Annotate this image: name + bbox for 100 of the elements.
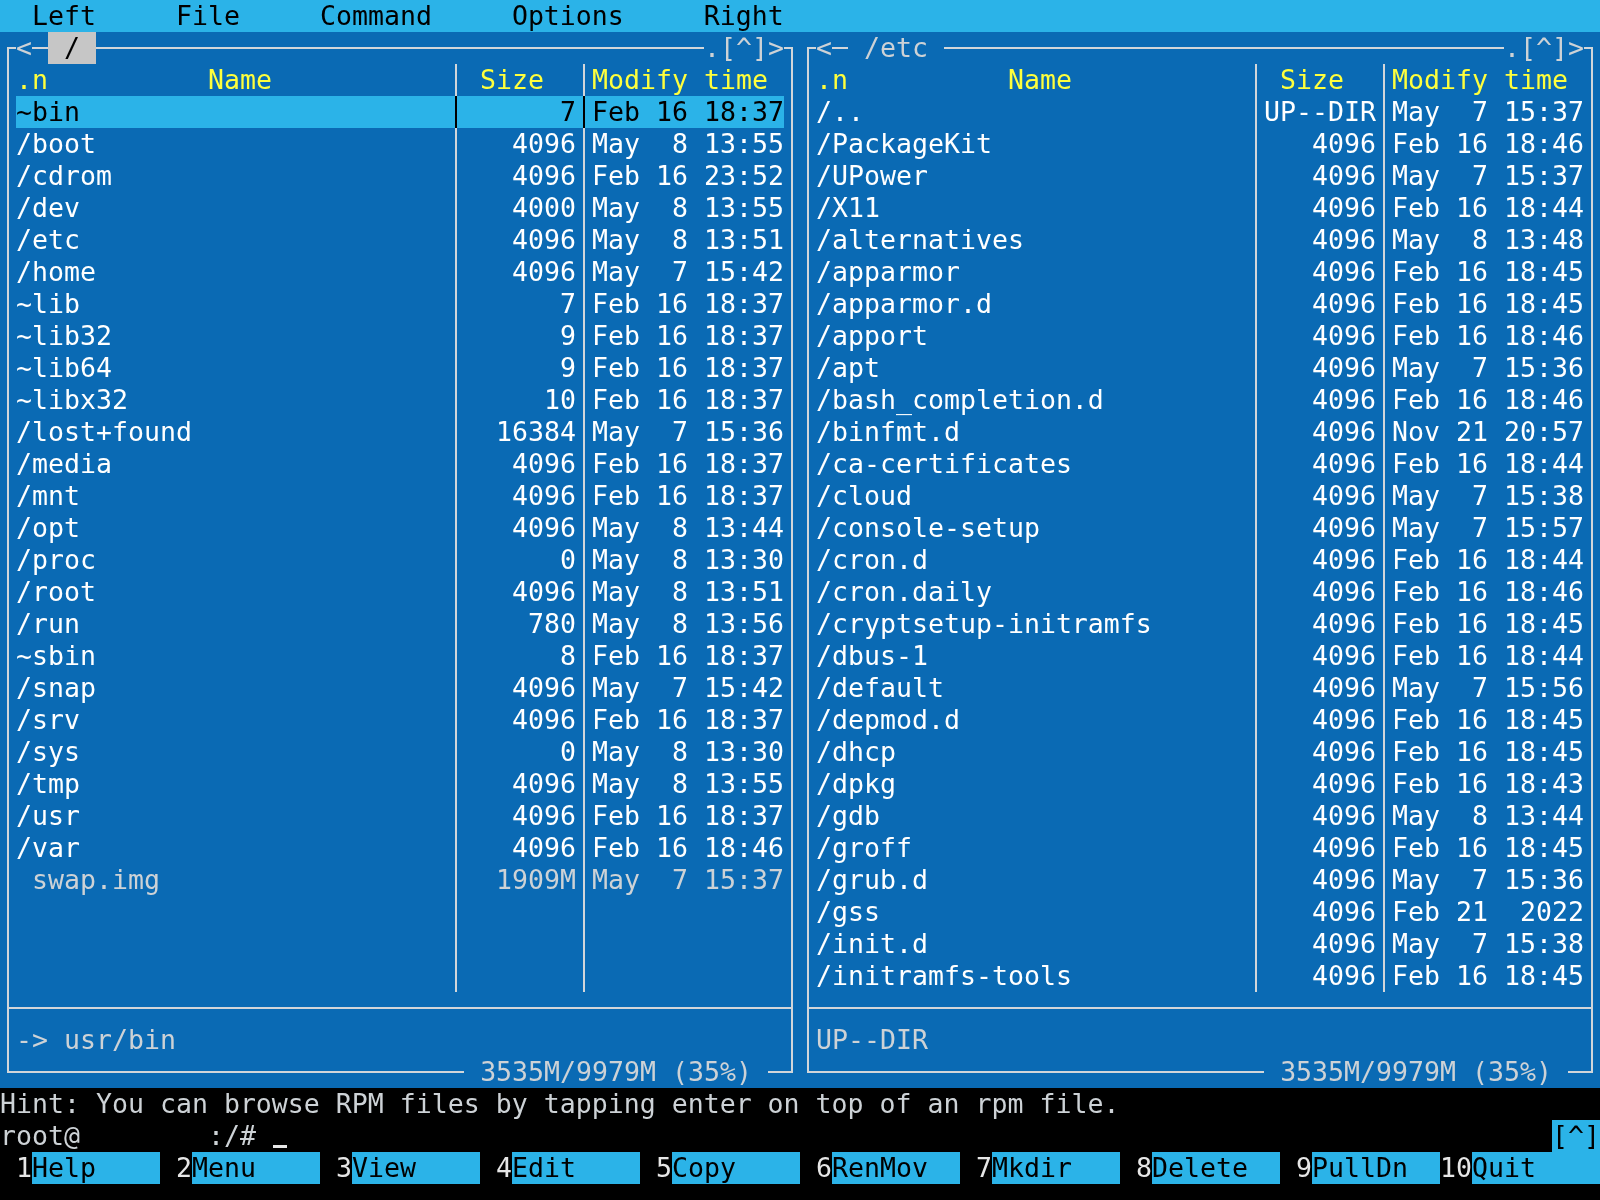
file-row[interactable]: /proc 0 May 8 13:30 bbox=[16, 544, 784, 576]
column-header[interactable]: Modify time bbox=[592, 64, 768, 96]
file-name: /dev bbox=[16, 192, 80, 224]
history-forward-button[interactable]: > bbox=[1568, 32, 1584, 64]
file-row[interactable]: /sys 0 May 8 13:30 bbox=[16, 736, 784, 768]
history-button[interactable]: [^] bbox=[1552, 1120, 1600, 1152]
file-row[interactable]: /X11 4096 Feb 16 18:44 bbox=[816, 192, 1584, 224]
file-row[interactable]: /binfmt.d 4096 Nov 21 20:57 bbox=[816, 416, 1584, 448]
file-row[interactable]: /dpkg 4096 Feb 16 18:43 bbox=[816, 768, 1584, 800]
file-date: May 8 13:48 bbox=[1392, 224, 1584, 256]
column-header[interactable]: Size bbox=[1280, 64, 1344, 96]
file-row[interactable]: /PackageKit 4096 Feb 16 18:46 bbox=[816, 128, 1584, 160]
function-key[interactable]: Edit bbox=[512, 1152, 640, 1184]
file-row[interactable]: /cloud 4096 May 7 15:38 bbox=[816, 480, 1584, 512]
hidden-files-toggle[interactable]: . bbox=[704, 32, 720, 64]
column-header[interactable]: Name bbox=[208, 64, 272, 96]
file-row[interactable]: ~lib32 9 Feb 16 18:37 bbox=[16, 320, 784, 352]
hidden-files-toggle[interactable]: . bbox=[1504, 32, 1520, 64]
file-date: Feb 16 18:37 bbox=[592, 800, 784, 832]
file-row[interactable]: /grub.d 4096 May 7 15:36 bbox=[816, 864, 1584, 896]
file-row[interactable]: ~bin 7 Feb 16 18:37 bbox=[16, 96, 784, 128]
file-row[interactable]: /UPower 4096 May 7 15:37 bbox=[816, 160, 1584, 192]
file-row[interactable]: ~libx32 10 Feb 16 18:37 bbox=[16, 384, 784, 416]
function-key[interactable]: Delete bbox=[1152, 1152, 1280, 1184]
file-row[interactable]: /alternatives 4096 May 8 13:48 bbox=[816, 224, 1584, 256]
function-key[interactable]: Help bbox=[32, 1152, 160, 1184]
file-row[interactable]: /apt 4096 May 7 15:36 bbox=[816, 352, 1584, 384]
function-key[interactable]: RenMov bbox=[832, 1152, 960, 1184]
file-row[interactable]: /gss 4096 Feb 21 2022 bbox=[816, 896, 1584, 928]
file-row[interactable]: /mnt 4096 Feb 16 18:37 bbox=[16, 480, 784, 512]
file-row[interactable]: /run 780 May 8 13:56 bbox=[16, 608, 784, 640]
history-back-button[interactable]: < bbox=[816, 32, 832, 64]
function-key[interactable]: PullDn bbox=[1312, 1152, 1440, 1184]
file-row[interactable]: /apparmor 4096 Feb 16 18:45 bbox=[816, 256, 1584, 288]
column-header[interactable]: Modify time bbox=[1392, 64, 1568, 96]
function-key[interactable]: Menu bbox=[192, 1152, 320, 1184]
file-date: Feb 21 2022 bbox=[1392, 896, 1584, 928]
file-row[interactable]: /lost+found 16384 May 7 15:36 bbox=[16, 416, 784, 448]
file-row[interactable]: /cryptsetup-initramfs 4096 Feb 16 18:45 bbox=[816, 608, 1584, 640]
column-header[interactable]: Name bbox=[1008, 64, 1072, 96]
history-list-button[interactable]: [^] bbox=[1520, 32, 1568, 64]
file-date: Feb 16 18:45 bbox=[1392, 256, 1584, 288]
file-row[interactable]: /opt 4096 May 8 13:44 bbox=[16, 512, 784, 544]
file-row[interactable]: /cron.daily 4096 Feb 16 18:46 bbox=[816, 576, 1584, 608]
file-row[interactable]: /etc 4096 May 8 13:51 bbox=[16, 224, 784, 256]
history-forward-button[interactable]: > bbox=[768, 32, 784, 64]
function-key[interactable]: Copy bbox=[672, 1152, 800, 1184]
menu-item[interactable]: Options bbox=[495, 0, 640, 32]
file-row[interactable]: /initramfs-tools 4096 Feb 16 18:45 bbox=[816, 960, 1584, 992]
file-row[interactable]: ~sbin 8 Feb 16 18:37 bbox=[16, 640, 784, 672]
file-size: 4096 bbox=[1312, 288, 1376, 320]
file-row[interactable]: /apparmor.d 4096 Feb 16 18:45 bbox=[816, 288, 1584, 320]
file-name: /sys bbox=[16, 736, 80, 768]
file-size: 4096 bbox=[512, 800, 576, 832]
file-row[interactable]: /dhcp 4096 Feb 16 18:45 bbox=[816, 736, 1584, 768]
column-header[interactable]: Size bbox=[480, 64, 544, 96]
menu-item[interactable]: Right bbox=[687, 0, 800, 32]
function-key[interactable]: View bbox=[352, 1152, 480, 1184]
file-name: /bash_completion.d bbox=[816, 384, 1104, 416]
file-row[interactable]: /snap 4096 May 7 15:42 bbox=[16, 672, 784, 704]
file-row[interactable]: ~lib 7 Feb 16 18:37 bbox=[16, 288, 784, 320]
file-row[interactable]: /boot 4096 May 8 13:55 bbox=[16, 128, 784, 160]
file-row[interactable]: /media 4096 Feb 16 18:37 bbox=[16, 448, 784, 480]
file-row[interactable]: /dev 4000 May 8 13:55 bbox=[16, 192, 784, 224]
file-row[interactable]: /gdb 4096 May 8 13:44 bbox=[816, 800, 1584, 832]
file-row[interactable]: /srv 4096 Feb 16 18:37 bbox=[16, 704, 784, 736]
file-row[interactable]: /home 4096 May 7 15:42 bbox=[16, 256, 784, 288]
file-row[interactable]: /cron.d 4096 Feb 16 18:44 bbox=[816, 544, 1584, 576]
panel-path: / bbox=[48, 32, 96, 64]
file-row[interactable]: /.. UP--DIR May 7 15:37 bbox=[816, 96, 1584, 128]
file-name: /boot bbox=[16, 128, 96, 160]
file-date: May 7 15:36 bbox=[1392, 352, 1584, 384]
file-row[interactable]: /apport 4096 Feb 16 18:46 bbox=[816, 320, 1584, 352]
file-row[interactable]: swap.img 1909M May 7 15:37 bbox=[16, 864, 784, 896]
file-row[interactable]: /tmp 4096 May 8 13:55 bbox=[16, 768, 784, 800]
menu-item[interactable]: Left bbox=[16, 0, 112, 32]
history-back-button[interactable]: < bbox=[16, 32, 32, 64]
menu-item[interactable]: File bbox=[159, 0, 256, 32]
file-row[interactable]: /ca-certificates 4096 Feb 16 18:44 bbox=[816, 448, 1584, 480]
file-row[interactable]: /groff 4096 Feb 16 18:45 bbox=[816, 832, 1584, 864]
sort-indicator[interactable]: .n bbox=[816, 64, 848, 96]
file-row[interactable]: /default 4096 May 7 15:56 bbox=[816, 672, 1584, 704]
file-row[interactable]: /bash_completion.d 4096 Feb 16 18:46 bbox=[816, 384, 1584, 416]
shell-prompt: root@ :/# bbox=[0, 1120, 256, 1152]
file-row[interactable]: /console-setup 4096 May 7 15:57 bbox=[816, 512, 1584, 544]
file-name: /initramfs-tools bbox=[816, 960, 1072, 992]
function-key[interactable]: Mkdir bbox=[992, 1152, 1120, 1184]
function-key[interactable]: Quit bbox=[1472, 1152, 1600, 1184]
history-list-button[interactable]: [^] bbox=[720, 32, 768, 64]
file-row[interactable]: /usr 4096 Feb 16 18:37 bbox=[16, 800, 784, 832]
sort-indicator[interactable]: .n bbox=[16, 64, 48, 96]
menu-item[interactable]: Command bbox=[303, 0, 448, 32]
file-row[interactable]: /init.d 4096 May 7 15:38 bbox=[816, 928, 1584, 960]
file-date: May 7 15:57 bbox=[1392, 512, 1584, 544]
file-row[interactable]: /depmod.d 4096 Feb 16 18:45 bbox=[816, 704, 1584, 736]
file-row[interactable]: /root 4096 May 8 13:51 bbox=[16, 576, 784, 608]
file-row[interactable]: /var 4096 Feb 16 18:46 bbox=[16, 832, 784, 864]
file-row[interactable]: /dbus-1 4096 Feb 16 18:44 bbox=[816, 640, 1584, 672]
file-row[interactable]: /cdrom 4096 Feb 16 23:52 bbox=[16, 160, 784, 192]
file-row[interactable]: ~lib64 9 Feb 16 18:37 bbox=[16, 352, 784, 384]
